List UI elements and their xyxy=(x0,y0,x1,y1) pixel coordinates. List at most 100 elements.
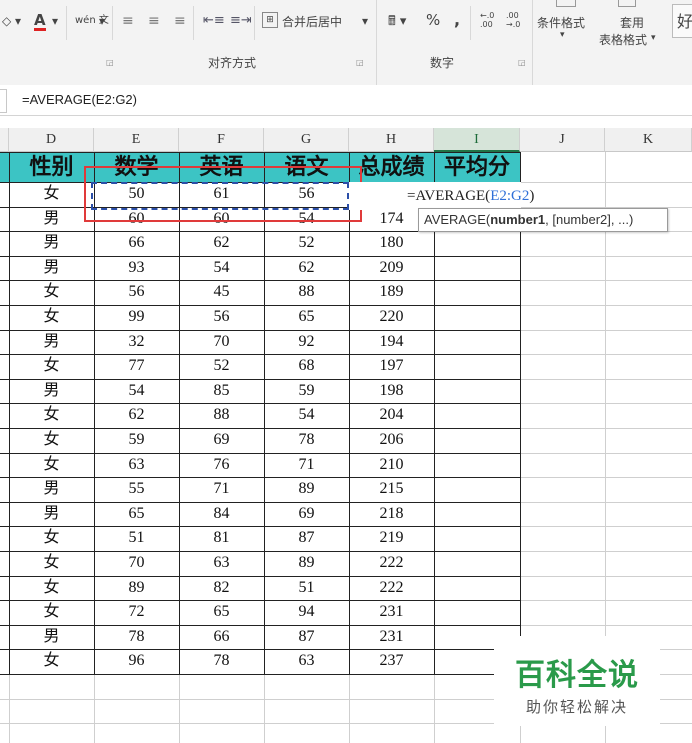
table-cell[interactable]: 男 xyxy=(9,625,94,650)
table-cell-average[interactable] xyxy=(434,551,520,576)
table-cell[interactable]: 189 xyxy=(349,280,434,305)
table-cell[interactable]: 94 xyxy=(264,600,349,625)
table-cell[interactable]: 78 xyxy=(94,625,179,650)
table-cell[interactable]: 222 xyxy=(349,551,434,576)
table-cell[interactable]: 62 xyxy=(94,403,179,428)
column-header-g[interactable]: G xyxy=(264,128,349,152)
table-cell[interactable]: 男 xyxy=(9,256,94,281)
table-cell[interactable]: 99 xyxy=(94,305,179,330)
table-cell[interactable]: 222 xyxy=(349,576,434,601)
table-cell[interactable]: 197 xyxy=(349,354,434,379)
table-cell[interactable]: 93 xyxy=(94,256,179,281)
accounting-format-icon[interactable]: 🖩 ▾ xyxy=(388,12,406,34)
table-cell[interactable]: 女 xyxy=(9,453,94,478)
table-cell[interactable]: 210 xyxy=(349,453,434,478)
table-cell[interactable]: 女 xyxy=(9,576,94,601)
table-cell[interactable]: 87 xyxy=(264,625,349,650)
table-cell-average[interactable] xyxy=(434,526,520,551)
table-cell[interactable]: 56 xyxy=(94,280,179,305)
table-format-button-line2[interactable]: 表格格式 xyxy=(599,31,647,48)
table-cell[interactable]: 56 xyxy=(179,305,264,330)
tooltip-current-arg[interactable]: number1 xyxy=(490,212,545,227)
table-cell[interactable]: 女 xyxy=(9,428,94,453)
table-cell[interactable]: 65 xyxy=(179,600,264,625)
table-cell[interactable]: 女 xyxy=(9,403,94,428)
table-cell[interactable]: 男 xyxy=(9,231,94,256)
editing-cell-I2[interactable]: =AVERAGE(E2:G2) xyxy=(349,182,534,210)
table-cell[interactable]: 女 xyxy=(9,526,94,551)
table-cell[interactable]: 206 xyxy=(349,428,434,453)
align-center-icon[interactable]: ≡ xyxy=(148,13,160,29)
table-cell[interactable]: 68 xyxy=(264,354,349,379)
conditional-format-dropdown-icon[interactable]: ▾ xyxy=(560,30,565,40)
table-cell[interactable]: 女 xyxy=(9,354,94,379)
table-cell-average[interactable] xyxy=(434,453,520,478)
decrease-decimal-button[interactable]: .00 →.0 xyxy=(506,11,528,29)
table-cell[interactable]: 72 xyxy=(94,600,179,625)
table-cell[interactable]: 65 xyxy=(264,305,349,330)
table-cell[interactable]: 219 xyxy=(349,526,434,551)
table-cell[interactable]: 92 xyxy=(264,330,349,355)
table-cell-average[interactable] xyxy=(434,280,520,305)
table-cell[interactable]: 54 xyxy=(94,379,179,404)
table-cell[interactable]: 男 xyxy=(9,477,94,502)
table-cell-average[interactable] xyxy=(434,330,520,355)
table-cell[interactable]: 32 xyxy=(94,330,179,355)
table-cell-average[interactable] xyxy=(434,231,520,256)
table-cell-average[interactable] xyxy=(434,354,520,379)
column-header-k[interactable]: K xyxy=(605,128,692,152)
header-cell[interactable]: 平均分 xyxy=(434,152,520,182)
table-cell-average[interactable] xyxy=(434,502,520,527)
table-cell[interactable]: 女 xyxy=(9,600,94,625)
table-cell[interactable]: 男 xyxy=(9,379,94,404)
table-cell[interactable]: 女 xyxy=(9,280,94,305)
table-cell-average[interactable] xyxy=(434,600,520,625)
conditional-format-icon[interactable] xyxy=(556,0,576,7)
increase-indent-icon[interactable]: ≡⇥ xyxy=(230,13,252,28)
table-cell[interactable]: 231 xyxy=(349,625,434,650)
column-header-j[interactable]: J xyxy=(520,128,605,152)
table-cell[interactable]: 220 xyxy=(349,305,434,330)
table-cell[interactable]: 男 xyxy=(9,207,94,232)
comma-style-button[interactable]: , xyxy=(454,10,460,29)
increase-decimal-button[interactable]: ←.0 .00 xyxy=(480,11,502,29)
table-cell[interactable]: 88 xyxy=(264,280,349,305)
table-cell[interactable]: 96 xyxy=(94,649,179,674)
table-cell[interactable]: 180 xyxy=(349,231,434,256)
table-cell[interactable]: 231 xyxy=(349,600,434,625)
column-header-i[interactable]: I xyxy=(434,128,520,152)
table-cell[interactable]: 52 xyxy=(179,354,264,379)
table-cell[interactable]: 66 xyxy=(179,625,264,650)
table-cell[interactable]: 69 xyxy=(264,502,349,527)
table-cell[interactable]: 209 xyxy=(349,256,434,281)
table-cell[interactable]: 女 xyxy=(9,305,94,330)
table-cell-average[interactable] xyxy=(434,379,520,404)
table-cell[interactable]: 237 xyxy=(349,649,434,674)
table-cell[interactable]: 77 xyxy=(94,354,179,379)
table-cell[interactable]: 218 xyxy=(349,502,434,527)
table-cell-average[interactable] xyxy=(434,305,520,330)
font-color-dropdown-icon[interactable]: ▾ xyxy=(52,14,58,28)
table-cell-average[interactable] xyxy=(434,428,520,453)
formula-input[interactable]: =AVERAGE(E2:G2) xyxy=(22,92,137,107)
table-cell[interactable]: 78 xyxy=(179,649,264,674)
table-cell[interactable]: 52 xyxy=(264,231,349,256)
table-cell[interactable]: 194 xyxy=(349,330,434,355)
table-cell[interactable]: 59 xyxy=(264,379,349,404)
percent-style-button[interactable]: % xyxy=(426,11,440,29)
merge-cells-icon[interactable]: ⊞ xyxy=(262,12,278,28)
table-cell[interactable]: 51 xyxy=(264,576,349,601)
table-cell[interactable]: 84 xyxy=(179,502,264,527)
table-cell[interactable]: 71 xyxy=(179,477,264,502)
header-cell[interactable]: 性别 xyxy=(9,152,94,182)
table-cell[interactable]: 70 xyxy=(94,551,179,576)
table-cell[interactable]: 65 xyxy=(94,502,179,527)
table-cell[interactable]: 55 xyxy=(94,477,179,502)
table-cell[interactable]: 45 xyxy=(179,280,264,305)
alignment-dialog-launcher-icon[interactable]: ◲ xyxy=(356,58,364,67)
table-cell[interactable]: 78 xyxy=(264,428,349,453)
table-cell-average[interactable] xyxy=(434,403,520,428)
merge-center-button[interactable]: 合并后居中 xyxy=(282,13,342,30)
table-format-icon[interactable] xyxy=(618,0,636,7)
table-cell[interactable]: 87 xyxy=(264,526,349,551)
